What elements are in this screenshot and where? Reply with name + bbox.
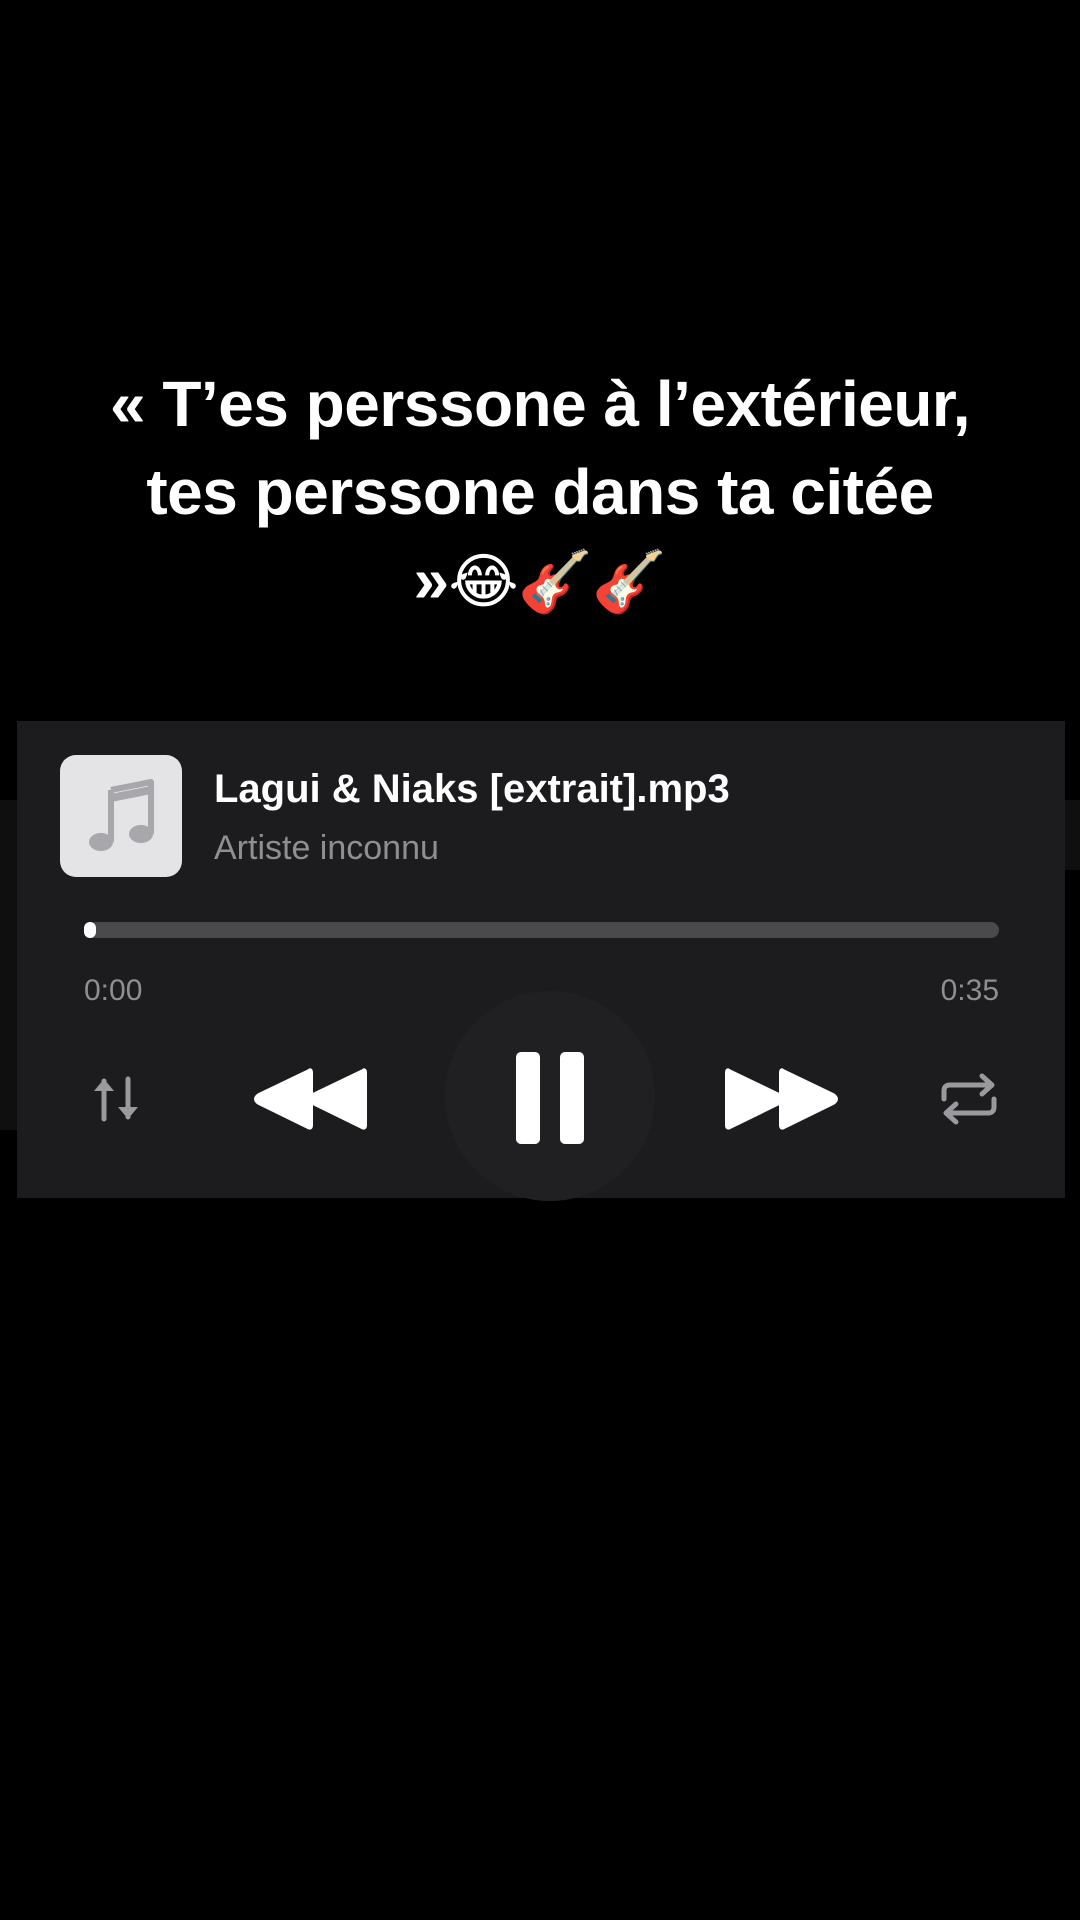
repeat-icon	[941, 1073, 997, 1125]
next-button[interactable]	[717, 1054, 847, 1144]
background-decoration-right	[1065, 800, 1080, 870]
progress-bar[interactable]	[84, 922, 999, 938]
fast-forward-icon	[725, 1068, 838, 1130]
pause-icon	[516, 1052, 584, 1144]
music-player-card: Lagui & Niaks [extrait].mp3 Artiste inco…	[17, 721, 1065, 1201]
sort-arrows-icon	[94, 1076, 138, 1122]
repeat-button[interactable]	[934, 1064, 1004, 1134]
sort-button[interactable]	[81, 1064, 151, 1134]
time-total: 0:35	[940, 974, 999, 1007]
caption-text: « T’es perssone à l’extérieur, tes perss…	[90, 360, 990, 626]
background-decoration-left	[0, 800, 17, 1130]
previous-button[interactable]	[245, 1054, 375, 1144]
track-title: Lagui & Niaks [extrait].mp3	[214, 767, 730, 811]
rewind-icon	[254, 1068, 367, 1130]
caption-emojis: 😂🎸🎸	[448, 547, 668, 617]
pause-button[interactable]	[495, 1043, 605, 1153]
progress-knob[interactable]	[84, 922, 96, 938]
time-elapsed: 0:00	[84, 974, 143, 1007]
music-note-icon	[89, 779, 154, 851]
track-artist: Artiste inconnu	[214, 829, 439, 867]
album-artwork	[60, 755, 182, 877]
